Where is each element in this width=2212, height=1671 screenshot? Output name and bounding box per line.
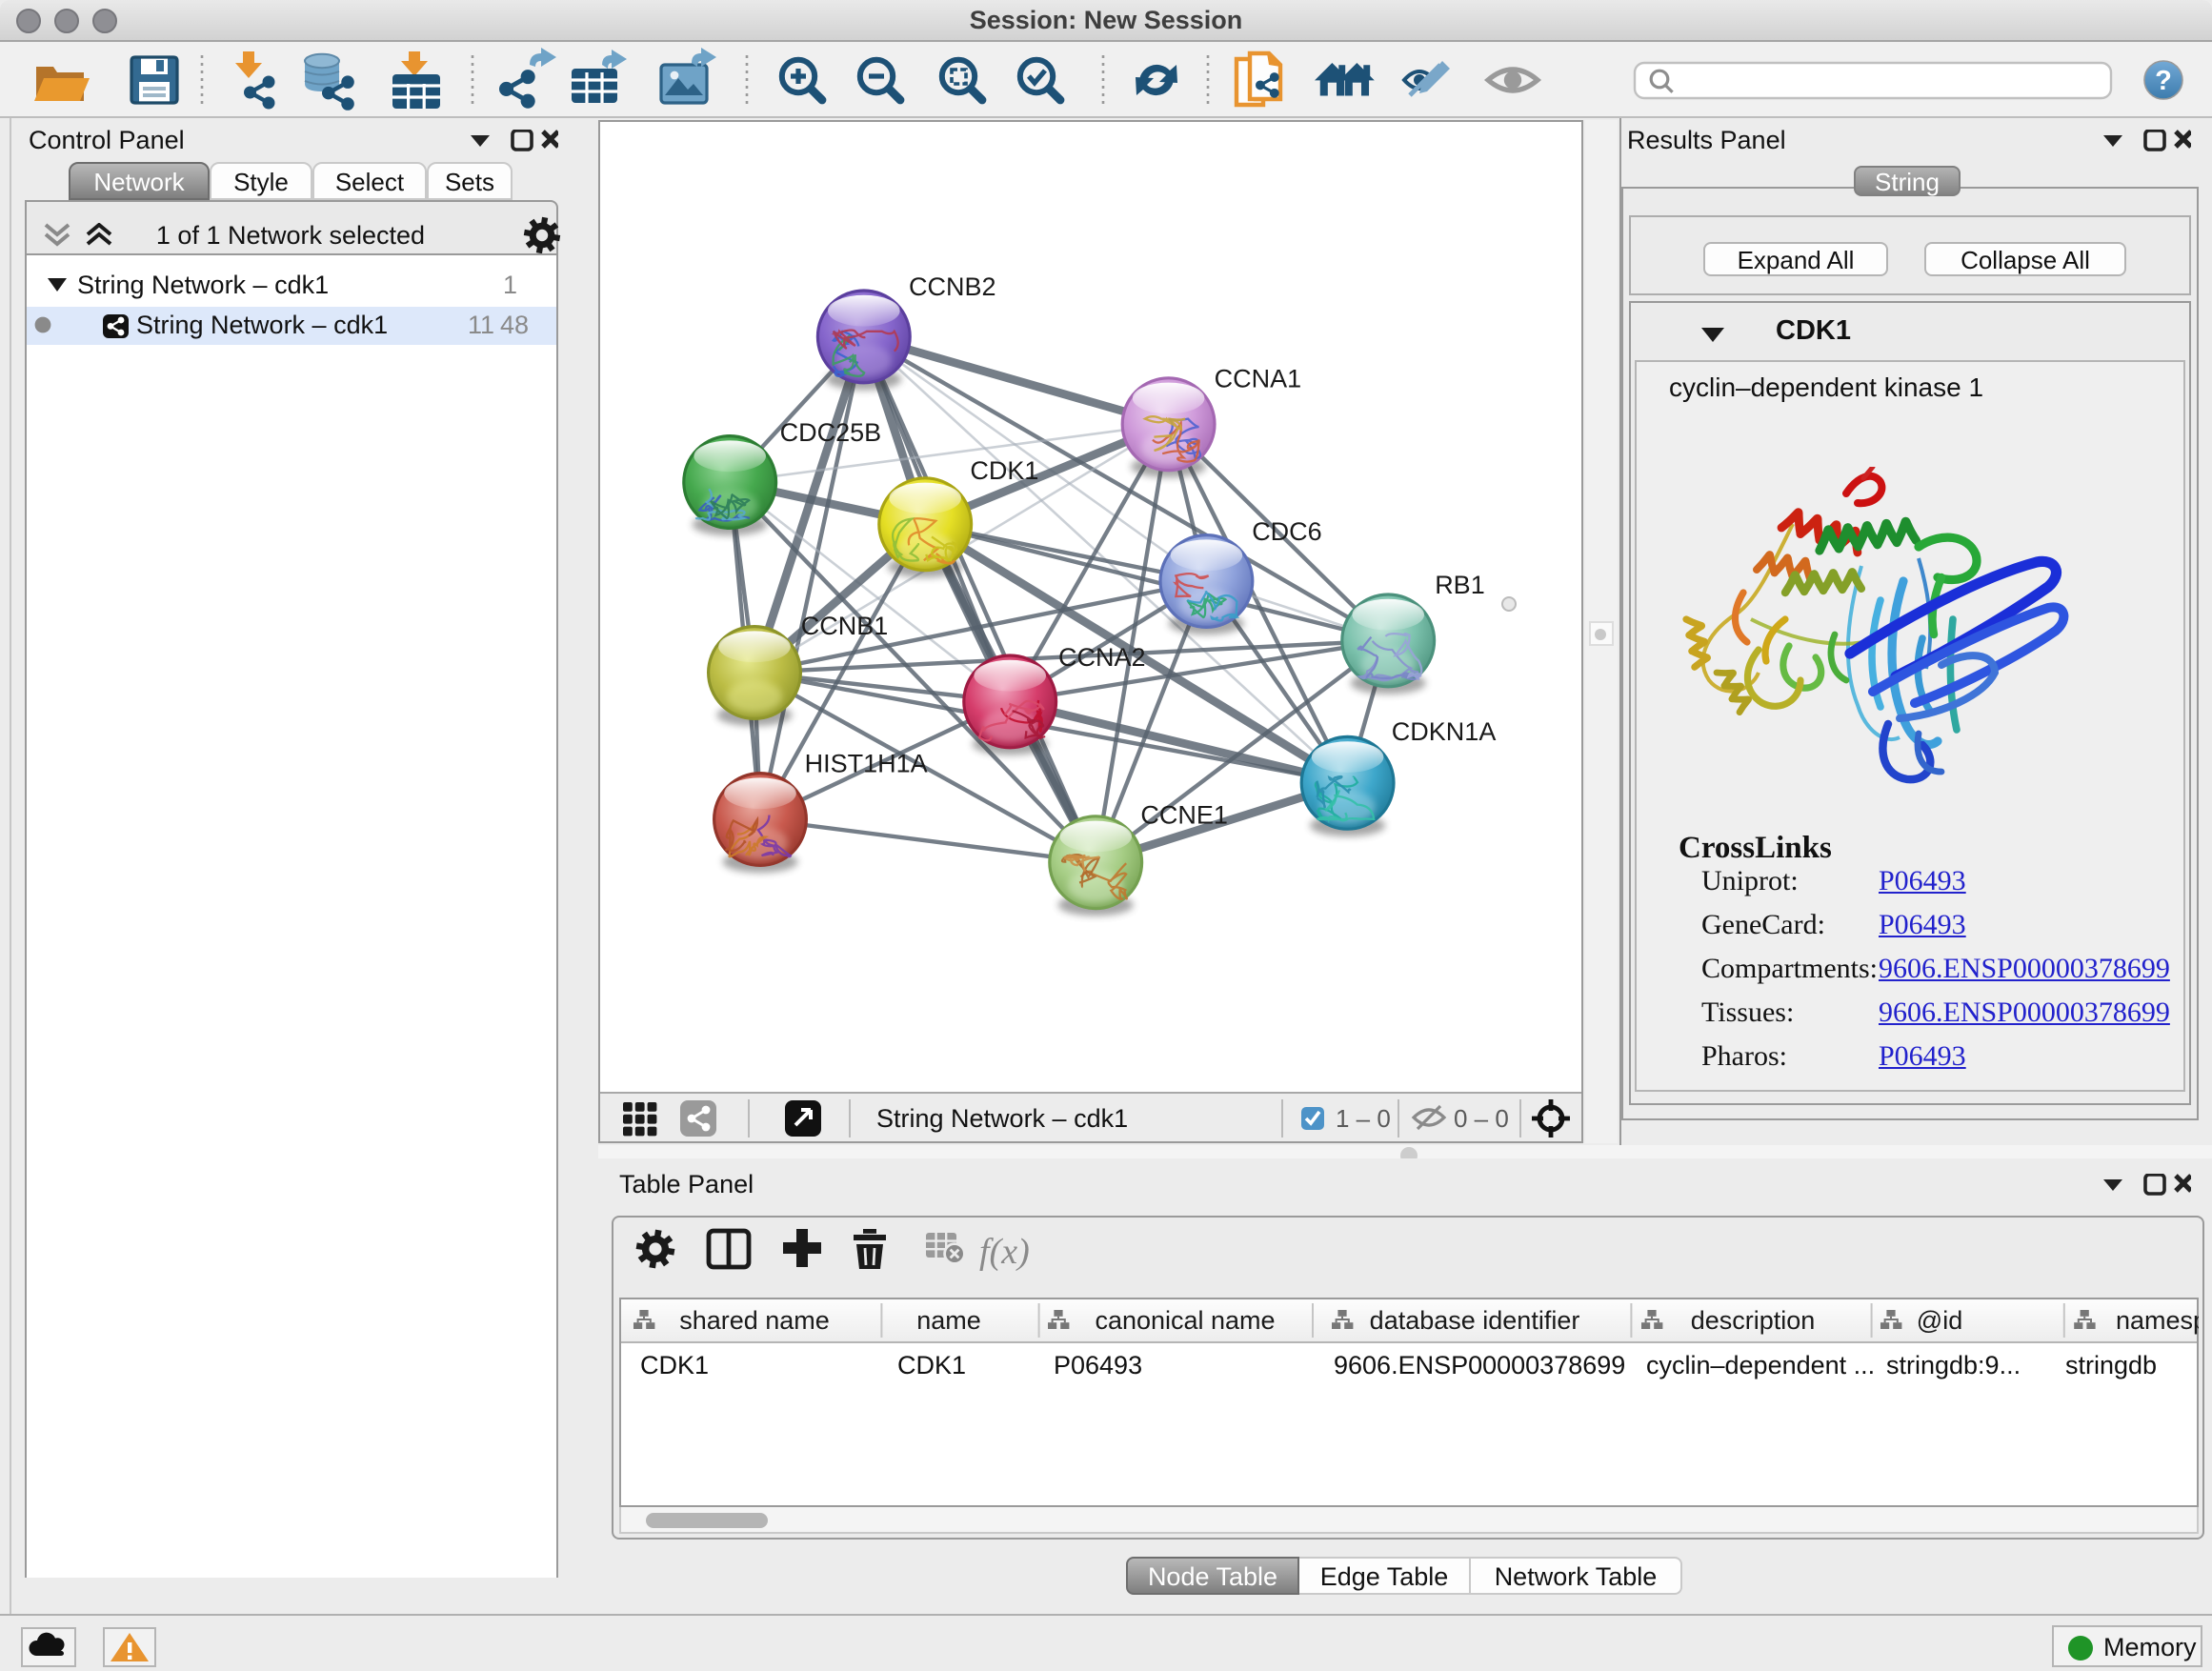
svg-text:@id: @id — [1917, 1306, 1962, 1335]
svg-text:?: ? — [2155, 65, 2172, 95]
svg-text:CCNB1: CCNB1 — [801, 612, 889, 640]
svg-text:f(x): f(x) — [979, 1232, 1030, 1272]
svg-text:database identifier: database identifier — [1370, 1306, 1580, 1335]
svg-text:CCNB2: CCNB2 — [909, 272, 996, 301]
svg-text:canonical name: canonical name — [1095, 1306, 1275, 1335]
svg-text:CCNA2: CCNA2 — [1058, 643, 1146, 672]
svg-text:shared name: shared name — [679, 1306, 830, 1335]
svg-text:CCNA1: CCNA1 — [1215, 365, 1302, 393]
svg-text:CDC25B: CDC25B — [780, 418, 882, 447]
svg-text:CDK1: CDK1 — [970, 456, 1038, 485]
svg-text:CDC6: CDC6 — [1252, 517, 1322, 546]
svg-text:0 – 0: 0 – 0 — [1454, 1104, 1509, 1133]
svg-text:name: name — [916, 1306, 981, 1335]
svg-text:namespace: namespace — [2116, 1306, 2199, 1335]
svg-text:1 – 0: 1 – 0 — [1336, 1104, 1391, 1133]
svg-text:HIST1H1A: HIST1H1A — [805, 750, 928, 778]
svg-text:String Network – cdk1: String Network – cdk1 — [876, 1104, 1128, 1133]
svg-text:description: description — [1691, 1306, 1816, 1335]
svg-text:RB1: RB1 — [1435, 571, 1485, 599]
svg-text:CCNE1: CCNE1 — [1140, 801, 1228, 830]
svg-text:CDKN1A: CDKN1A — [1392, 717, 1497, 746]
